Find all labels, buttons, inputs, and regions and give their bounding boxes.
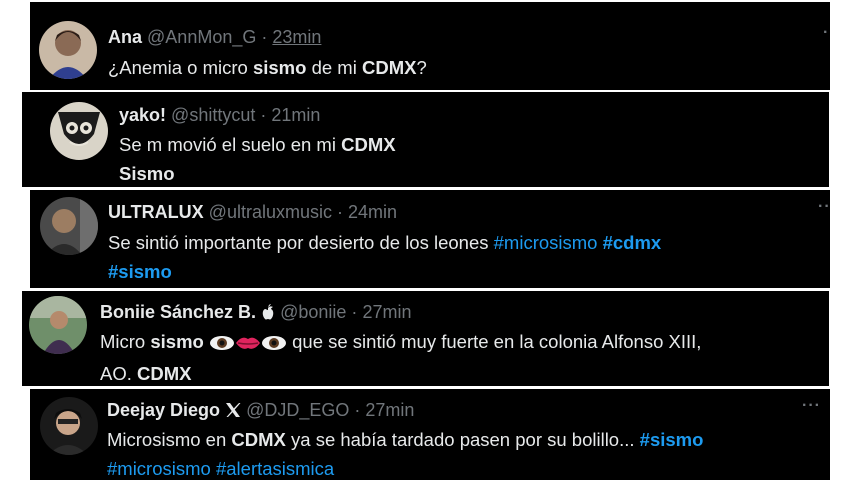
timestamp[interactable]: 27min [365,400,414,420]
author-handle[interactable]: @shittycut [171,105,255,125]
text-segment: CDMX [341,134,396,155]
author-name[interactable]: ULTRALUX [108,202,204,222]
ellipsis-icon[interactable]: ··· [802,397,821,415]
tweet-card[interactable]: Boniie Sánchez B. @boniie · 27min Micro … [22,291,829,386]
author-handle[interactable]: @ultraluxmusic [209,202,332,222]
tweet-card[interactable]: Deejay Diego @DJD_EGO · 27min ··· Micros… [30,389,830,480]
tweet-card[interactable]: ULTRALUX @ultraluxmusic · 24min ·· Se si… [30,190,830,288]
tweet-header: ULTRALUX @ultraluxmusic · 24min [108,201,397,223]
author-name[interactable]: Ana [108,27,142,47]
tweet-card[interactable]: Ana @AnnMon_G · 23min · ¿Anemia o micro … [30,2,830,90]
timestamp[interactable]: 24min [348,202,397,222]
text-segment: de mi [306,57,362,78]
ellipsis-icon[interactable]: · [823,24,829,42]
text-segment: CDMX [231,429,286,450]
timestamp[interactable]: 21min [271,105,320,125]
separator: · [354,400,361,420]
avatar[interactable] [29,296,87,354]
text-segment: Se sintió importante por desierto de los… [108,232,494,253]
avatar[interactable] [50,102,108,160]
author-name[interactable]: Deejay Diego [107,400,220,420]
author-handle[interactable]: @AnnMon_G [147,27,256,47]
text-segment: ya se había tardado pasen por su bolillo… [285,429,640,450]
text-segment: ? [416,57,427,78]
hashtag-link[interactable]: #alertasismica [216,458,334,479]
tweet-header: Deejay Diego @DJD_EGO · 27min [107,399,414,423]
text-segment: AO. [100,363,138,384]
apple-icon [261,303,275,325]
text-segment: Se m movió el suelo en mi [119,134,342,155]
x-logo-icon [225,401,241,423]
text-segment: CDMX [361,57,417,78]
author-name[interactable]: yako! [119,105,166,125]
separator: · [260,105,267,125]
tweet-text: ¿Anemia o micro sismo de mi CDMX? [108,53,427,82]
separator: · [261,27,268,47]
author-handle[interactable]: @DJD_EGO [246,400,349,420]
hashtag-link[interactable]: #microsismo [494,232,598,253]
tweet-header: Ana @AnnMon_G · 23min [108,26,321,48]
avatar[interactable] [40,397,98,455]
tweet-card[interactable]: yako! @shittycut · 21min Se m movió el s… [22,92,829,187]
text-segment: sismo [150,331,204,352]
text-segment: CDMX [137,363,192,384]
tweet-text: Microsismo en CDMX ya se había tardado p… [107,425,703,480]
avatar[interactable] [40,197,98,255]
ellipsis-icon[interactable]: ·· [818,198,830,216]
hashtag-link[interactable]: #sismo [108,261,172,282]
tweet-text: Se m movió el suelo en mi CDMX Sismo [119,130,396,187]
lips-icon [235,330,261,359]
hashtag-link[interactable]: #cdmx [603,232,662,253]
hashtag-link[interactable]: #microsismo [107,458,211,479]
tweet-text: Micro sismo que se sintió muy fuerte en … [100,327,701,386]
hashtag-link[interactable]: #sismo [640,429,704,450]
eye-icon [209,330,235,359]
avatar[interactable] [39,21,97,79]
eye-icon [261,330,287,359]
text-segment: Micro [100,331,151,352]
author-name[interactable]: Boniie Sánchez B. [100,302,256,322]
separator: · [351,302,358,322]
text-segment: ¿Anemia o micro [108,57,253,78]
separator: · [337,202,343,222]
text-segment: Microsismo en [107,429,232,450]
text-segment: que se sintió muy fuerte en la colonia A… [286,331,702,352]
tweet-text: Se sintió importante por desierto de los… [108,228,661,286]
text-segment: Sismo [119,163,175,184]
tweet-header: yako! @shittycut · 21min [119,104,320,126]
tweet-header: Boniie Sánchez B. @boniie · 27min [100,301,411,325]
timestamp[interactable]: 23min [272,27,321,47]
text-segment: sismo [252,57,307,78]
timestamp[interactable]: 27min [362,302,411,322]
author-handle[interactable]: @boniie [280,302,346,322]
